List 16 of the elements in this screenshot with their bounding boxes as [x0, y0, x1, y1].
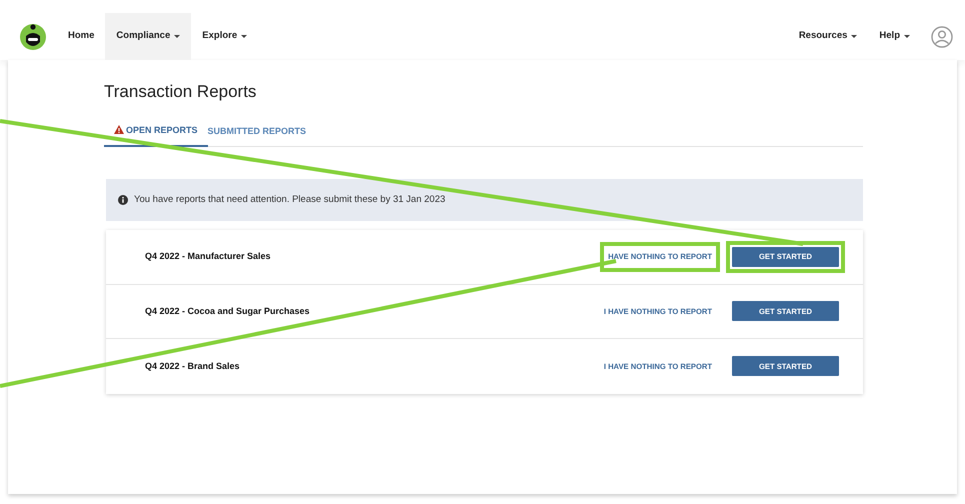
report-title: Q4 2022 - Cocoa and Sugar Purchases: [145, 304, 311, 318]
nav-link[interactable]: Home: [57, 13, 106, 60]
logo-icon[interactable]: [20, 23, 46, 50]
dropdown-menu-link[interactable]: Explore: [191, 13, 258, 60]
dropdown-menu-link[interactable]: Help: [868, 13, 921, 60]
alert-text: You have reports that need attention. Please submit these by 31 Jan 2023: [134, 192, 446, 207]
dropdown-menu-link[interactable]: Resources: [788, 13, 868, 60]
dropdown-menu-link[interactable]: Compliance: [105, 13, 192, 60]
report-title: Q4 2022 - Manufacturer Sales: [145, 250, 272, 264]
warning-icon: [114, 125, 124, 134]
user-avatar-icon[interactable]: [931, 26, 953, 48]
tab[interactable]: SUBMITTED REPORTS: [208, 120, 318, 146]
tab[interactable]: OPEN REPORTS: [104, 120, 208, 147]
report-title: Q4 2022 - Brand Sales: [145, 360, 241, 373]
page-title: Transaction Reports: [104, 82, 258, 102]
info-icon: [118, 195, 128, 206]
